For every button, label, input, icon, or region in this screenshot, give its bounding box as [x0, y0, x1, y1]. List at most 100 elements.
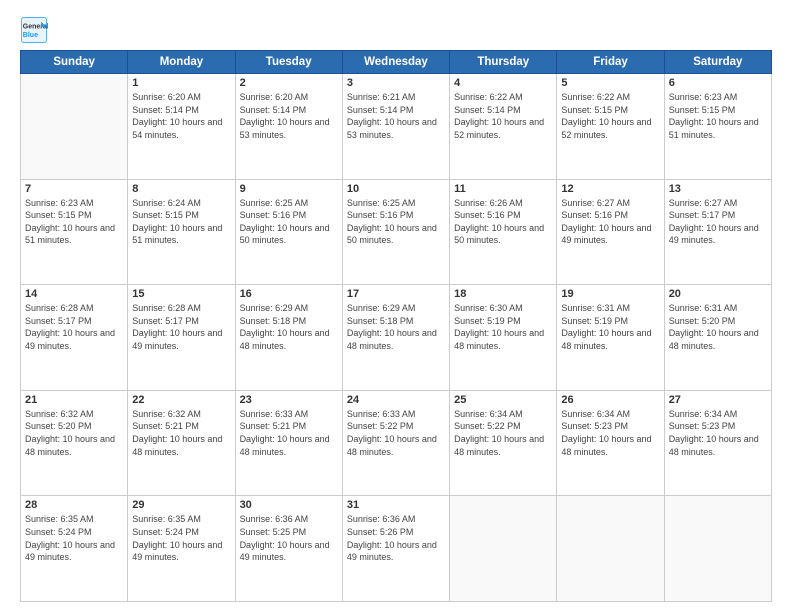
- day-info: Sunrise: 6:34 AMSunset: 5:23 PMDaylight:…: [561, 408, 659, 458]
- day-header-tuesday: Tuesday: [235, 51, 342, 74]
- calendar-cell: 3 Sunrise: 6:21 AMSunset: 5:14 PMDaylight…: [342, 74, 449, 180]
- day-info: Sunrise: 6:31 AMSunset: 5:19 PMDaylight:…: [561, 302, 659, 352]
- day-info: Sunrise: 6:27 AMSunset: 5:17 PMDaylight:…: [669, 197, 767, 247]
- day-info: Sunrise: 6:26 AMSunset: 5:16 PMDaylight:…: [454, 197, 552, 247]
- day-number: 1: [132, 77, 230, 89]
- day-number: 23: [240, 394, 338, 406]
- calendar-week-2: 7 Sunrise: 6:23 AMSunset: 5:15 PMDaylight…: [21, 179, 772, 285]
- calendar-cell: 31Sunrise: 6:36 AMSunset: 5:26 PMDayligh…: [342, 496, 449, 602]
- day-info: Sunrise: 6:34 AMSunset: 5:23 PMDaylight:…: [669, 408, 767, 458]
- calendar-cell: 7 Sunrise: 6:23 AMSunset: 5:15 PMDaylight…: [21, 179, 128, 285]
- calendar-cell: 25 Sunrise: 6:34 AMSunset: 5:22 PMDayligh…: [450, 390, 557, 496]
- day-info: Sunrise: 6:29 AMSunset: 5:18 PMDaylight:…: [347, 302, 445, 352]
- day-info: Sunrise: 6:29 AMSunset: 5:18 PMDaylight:…: [240, 302, 338, 352]
- day-info: Sunrise: 6:32 AMSunset: 5:21 PMDaylight:…: [132, 408, 230, 458]
- day-number: 22: [132, 394, 230, 406]
- day-info: Sunrise: 6:27 AMSunset: 5:16 PMDaylight:…: [561, 197, 659, 247]
- day-info: Sunrise: 6:31 AMSunset: 5:20 PMDaylight:…: [669, 302, 767, 352]
- day-number: 15: [132, 288, 230, 300]
- day-info: Sunrise: 6:22 AMSunset: 5:14 PMDaylight:…: [454, 91, 552, 141]
- day-number: 25: [454, 394, 552, 406]
- day-header-thursday: Thursday: [450, 51, 557, 74]
- day-header-sunday: Sunday: [21, 51, 128, 74]
- day-number: 26: [561, 394, 659, 406]
- calendar-cell: 17 Sunrise: 6:29 AMSunset: 5:18 PMDayligh…: [342, 285, 449, 391]
- calendar-cell: 28 Sunrise: 6:35 AMSunset: 5:24 PMDayligh…: [21, 496, 128, 602]
- calendar-cell: 30Sunrise: 6:36 AMSunset: 5:25 PMDayligh…: [235, 496, 342, 602]
- day-info: Sunrise: 6:32 AMSunset: 5:20 PMDaylight:…: [25, 408, 123, 458]
- calendar-week-4: 21 Sunrise: 6:32 AMSunset: 5:20 PMDayligh…: [21, 390, 772, 496]
- calendar-week-5: 28 Sunrise: 6:35 AMSunset: 5:24 PMDayligh…: [21, 496, 772, 602]
- day-info: Sunrise: 6:21 AMSunset: 5:14 PMDaylight:…: [347, 91, 445, 141]
- day-info: Sunrise: 6:28 AMSunset: 5:17 PMDaylight:…: [25, 302, 123, 352]
- day-number: 18: [454, 288, 552, 300]
- day-number: 31: [347, 499, 445, 511]
- day-number: 10: [347, 183, 445, 195]
- day-info: Sunrise: 6:25 AMSunset: 5:16 PMDaylight:…: [240, 197, 338, 247]
- day-info: Sunrise: 6:35 AMSunset: 5:24 PMDaylight:…: [132, 513, 230, 563]
- day-number: 29: [132, 499, 230, 511]
- calendar-cell: 24Sunrise: 6:33 AMSunset: 5:22 PMDayligh…: [342, 390, 449, 496]
- calendar-cell: 10 Sunrise: 6:25 AMSunset: 5:16 PMDayligh…: [342, 179, 449, 285]
- day-number: 7: [25, 183, 123, 195]
- day-number: 16: [240, 288, 338, 300]
- day-info: Sunrise: 6:24 AMSunset: 5:15 PMDaylight:…: [132, 197, 230, 247]
- calendar-cell: 9 Sunrise: 6:25 AMSunset: 5:16 PMDaylight…: [235, 179, 342, 285]
- day-info: Sunrise: 6:30 AMSunset: 5:19 PMDaylight:…: [454, 302, 552, 352]
- day-info: Sunrise: 6:23 AMSunset: 5:15 PMDaylight:…: [669, 91, 767, 141]
- calendar-cell: 12 Sunrise: 6:27 AMSunset: 5:16 PMDayligh…: [557, 179, 664, 285]
- logo-icon: General Blue: [20, 16, 48, 44]
- day-header-saturday: Saturday: [664, 51, 771, 74]
- day-header-friday: Friday: [557, 51, 664, 74]
- day-number: 5: [561, 77, 659, 89]
- page: General Blue SundayMondayTuesdayWednesda…: [0, 0, 792, 612]
- day-info: Sunrise: 6:25 AMSunset: 5:16 PMDaylight:…: [347, 197, 445, 247]
- calendar-cell: 5Sunrise: 6:22 AMSunset: 5:15 PMDaylight…: [557, 74, 664, 180]
- day-number: 4: [454, 77, 552, 89]
- day-number: 21: [25, 394, 123, 406]
- day-header-row: SundayMondayTuesdayWednesdayThursdayFrid…: [21, 51, 772, 74]
- calendar-cell: 29 Sunrise: 6:35 AMSunset: 5:24 PMDayligh…: [128, 496, 235, 602]
- calendar-cell: [450, 496, 557, 602]
- day-number: 28: [25, 499, 123, 511]
- day-number: 3: [347, 77, 445, 89]
- calendar-cell: 11Sunrise: 6:26 AMSunset: 5:16 PMDayligh…: [450, 179, 557, 285]
- calendar-cell: 18 Sunrise: 6:30 AMSunset: 5:19 PMDayligh…: [450, 285, 557, 391]
- day-number: 8: [132, 183, 230, 195]
- calendar-week-3: 14 Sunrise: 6:28 AMSunset: 5:17 PMDayligh…: [21, 285, 772, 391]
- calendar-cell: 21 Sunrise: 6:32 AMSunset: 5:20 PMDayligh…: [21, 390, 128, 496]
- day-number: 19: [561, 288, 659, 300]
- day-number: 14: [25, 288, 123, 300]
- calendar-cell: 15 Sunrise: 6:28 AMSunset: 5:17 PMDayligh…: [128, 285, 235, 391]
- svg-text:Blue: Blue: [23, 32, 38, 39]
- calendar-cell: 4 Sunrise: 6:22 AMSunset: 5:14 PMDaylight…: [450, 74, 557, 180]
- day-number: 17: [347, 288, 445, 300]
- logo: General Blue: [20, 16, 52, 44]
- calendar-cell: [664, 496, 771, 602]
- day-info: Sunrise: 6:23 AMSunset: 5:15 PMDaylight:…: [25, 197, 123, 247]
- day-number: 20: [669, 288, 767, 300]
- calendar-cell: 26 Sunrise: 6:34 AMSunset: 5:23 PMDayligh…: [557, 390, 664, 496]
- calendar-cell: 20 Sunrise: 6:31 AMSunset: 5:20 PMDayligh…: [664, 285, 771, 391]
- header: General Blue: [20, 16, 772, 44]
- calendar-cell: 14 Sunrise: 6:28 AMSunset: 5:17 PMDayligh…: [21, 285, 128, 391]
- day-header-monday: Monday: [128, 51, 235, 74]
- day-info: Sunrise: 6:34 AMSunset: 5:22 PMDaylight:…: [454, 408, 552, 458]
- day-number: 13: [669, 183, 767, 195]
- day-number: 6: [669, 77, 767, 89]
- calendar-cell: 19 Sunrise: 6:31 AMSunset: 5:19 PMDayligh…: [557, 285, 664, 391]
- day-info: Sunrise: 6:28 AMSunset: 5:17 PMDaylight:…: [132, 302, 230, 352]
- day-info: Sunrise: 6:35 AMSunset: 5:24 PMDaylight:…: [25, 513, 123, 563]
- day-info: Sunrise: 6:20 AMSunset: 5:14 PMDaylight:…: [132, 91, 230, 141]
- day-number: 2: [240, 77, 338, 89]
- calendar-cell: [557, 496, 664, 602]
- day-info: Sunrise: 6:36 AMSunset: 5:25 PMDaylight:…: [240, 513, 338, 563]
- day-number: 12: [561, 183, 659, 195]
- day-number: 9: [240, 183, 338, 195]
- calendar-week-1: 1 Sunrise: 6:20 AMSunset: 5:14 PMDaylight…: [21, 74, 772, 180]
- calendar-cell: 23Sunrise: 6:33 AMSunset: 5:21 PMDayligh…: [235, 390, 342, 496]
- calendar-table: SundayMondayTuesdayWednesdayThursdayFrid…: [20, 50, 772, 602]
- calendar-cell: 2Sunrise: 6:20 AMSunset: 5:14 PMDaylight…: [235, 74, 342, 180]
- day-header-wednesday: Wednesday: [342, 51, 449, 74]
- calendar-cell: 8 Sunrise: 6:24 AMSunset: 5:15 PMDaylight…: [128, 179, 235, 285]
